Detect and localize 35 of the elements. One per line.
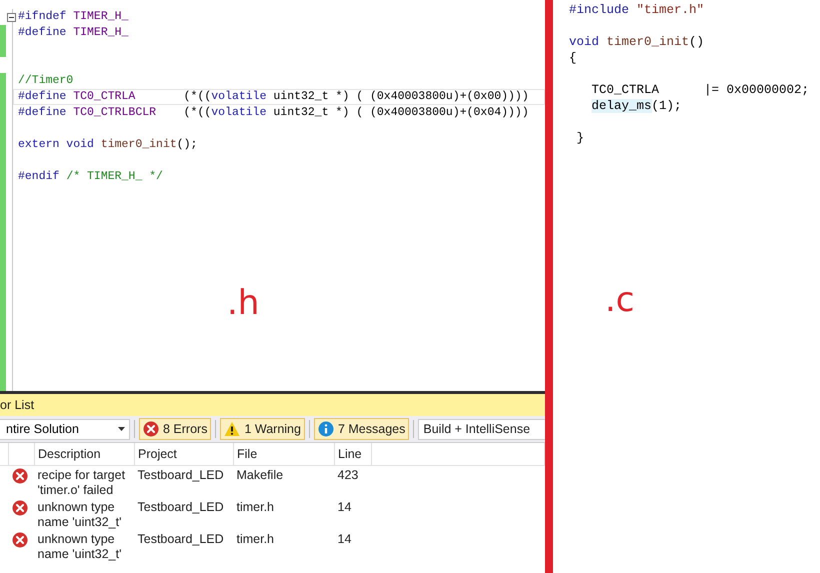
code-line: extern void timer0_init(); [17, 137, 198, 153]
code-line: void timer0_init() [569, 34, 706, 50]
table-cell-text: 14 [336, 531, 352, 548]
code-line: #endif /* TIMER_H_ */ [17, 169, 164, 185]
code-line: //Timer0 [17, 73, 74, 89]
table-cell-text: timer.h [236, 531, 276, 548]
scope-dropdown[interactable]: ntire Solution [0, 418, 130, 440]
table-cell-text: Testboard_LED [136, 531, 225, 548]
filter-button[interactable]: 7 Messages [314, 418, 410, 440]
filter-button[interactable]: 1 Warning [220, 418, 305, 440]
table-cell: 423 [334, 466, 372, 498]
table-cell-text: unknown type name 'uint32_t' [38, 532, 122, 562]
panel-title: or List [0, 394, 545, 416]
file-label: .h [227, 283, 260, 323]
table-cell-text: timer.h [236, 499, 276, 516]
column-header[interactable]: Description [34, 443, 134, 466]
table-cell: Testboard_LED [134, 466, 234, 498]
code-line: { [569, 50, 578, 66]
code-line: delay_ms(1); [569, 98, 810, 114]
code-line: TC0_CTRLA |= 0x00000002; [590, 82, 810, 98]
column-header[interactable]: Project [134, 443, 234, 466]
column-header[interactable]: Line [334, 443, 372, 466]
file-label: .c [605, 280, 635, 320]
code-line: #define TC0_CTRLA (*((volatile uint32_t *) ( (0x40003800u)+(0x00)))) [13, 89, 545, 105]
code-line: #ifndef TIMER_H_ [17, 9, 130, 25]
code-line: #define TIMER_H_ [17, 25, 130, 41]
filter-button[interactable]: 8 Errors [139, 418, 212, 440]
column-header[interactable]: File [234, 443, 334, 466]
source-dropdown[interactable]: Build + IntelliSense [418, 418, 545, 440]
table-cell-text: Testboard_LED [136, 499, 225, 516]
table-cell: Makefile [234, 466, 334, 498]
code-line: } [576, 130, 586, 146]
code-line: #include "timer.h" [569, 2, 706, 18]
table-cell-text: 14 [336, 499, 352, 516]
code-line: #define TC0_CTRLBCLR (*((volatile uint32_t *) ( (0x40003800u)+(0x04)))) [17, 105, 530, 121]
